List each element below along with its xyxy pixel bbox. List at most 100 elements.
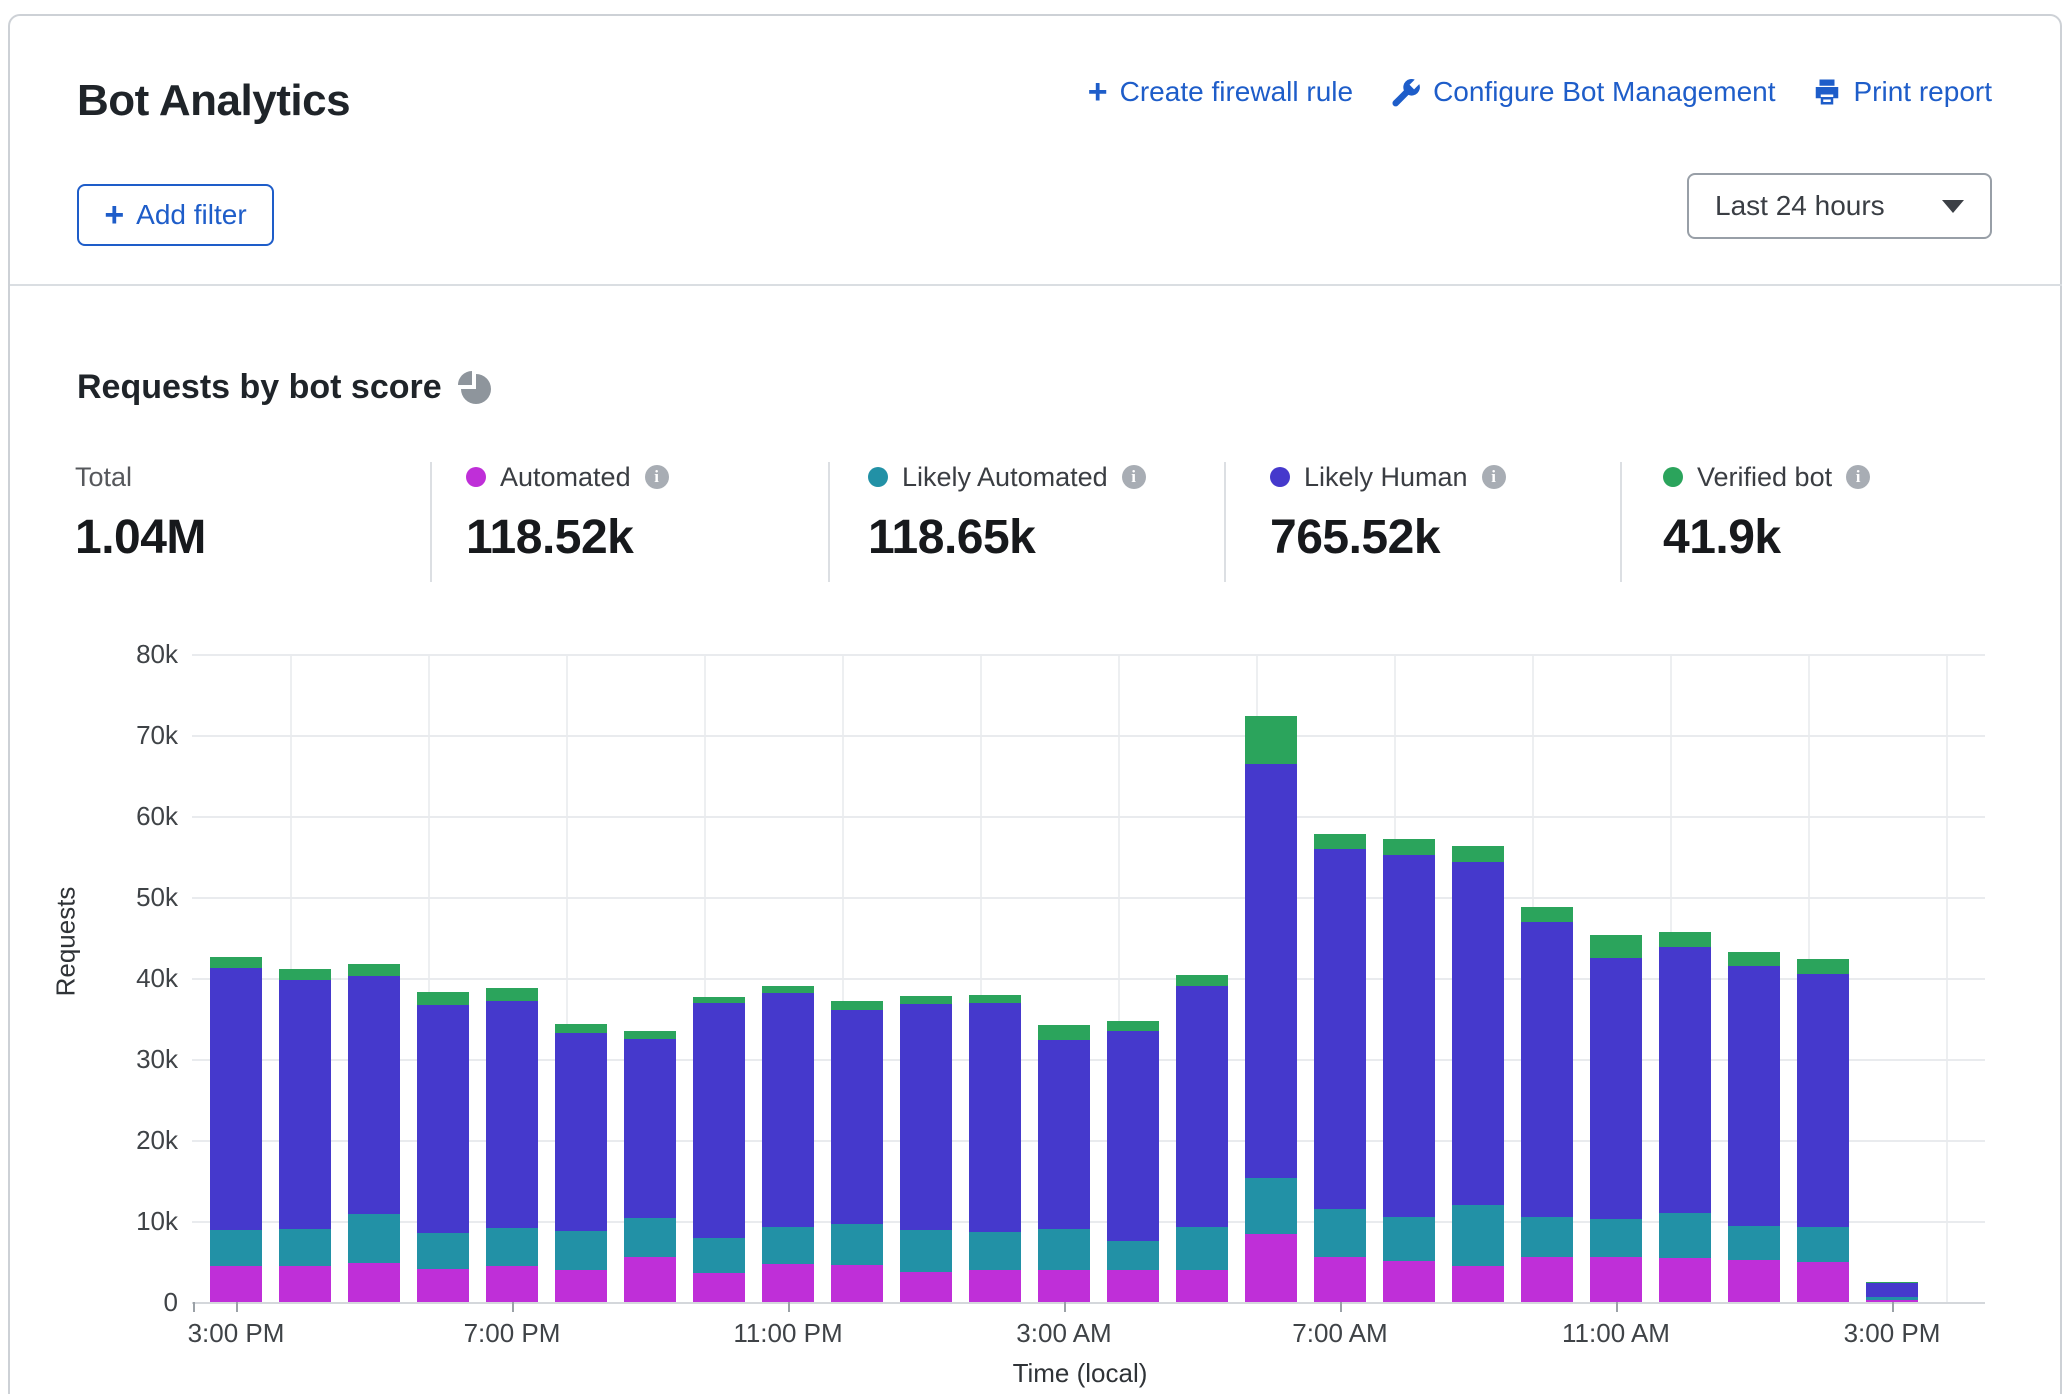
bar[interactable] xyxy=(417,992,469,1302)
info-icon[interactable]: i xyxy=(1482,465,1506,489)
bar-segment-likely_automated xyxy=(1176,1227,1228,1270)
horizontal-gridline xyxy=(192,816,1985,818)
bar-segment-verified_bot xyxy=(1176,975,1228,986)
axis-tick xyxy=(1616,1302,1618,1312)
info-icon[interactable]: i xyxy=(1846,465,1870,489)
bar-segment-likely_automated xyxy=(1383,1217,1435,1261)
axis-tick xyxy=(1340,1302,1342,1312)
info-icon[interactable]: i xyxy=(1122,465,1146,489)
stat-likely-automated: Likely Automated i 118.65k xyxy=(868,460,1146,565)
bar-segment-likely_human xyxy=(1797,974,1849,1227)
y-axis-tick-label: 50k xyxy=(108,882,178,913)
y-axis-tick-label: 70k xyxy=(108,720,178,751)
horizontal-gridline xyxy=(192,978,1985,980)
bar[interactable] xyxy=(555,1024,607,1302)
printer-icon xyxy=(1812,77,1842,107)
bar[interactable] xyxy=(762,986,814,1302)
bar[interactable] xyxy=(693,997,745,1302)
stat-divider xyxy=(1224,462,1226,582)
bar[interactable] xyxy=(1521,907,1573,1302)
bar-segment-verified_bot xyxy=(555,1024,607,1033)
bar-segment-likely_human xyxy=(1728,966,1780,1226)
bar[interactable] xyxy=(1797,959,1849,1302)
bar-segment-automated xyxy=(1452,1266,1504,1302)
bar-segment-verified_bot xyxy=(1383,839,1435,855)
create-firewall-rule-link[interactable]: + Create firewall rule xyxy=(1088,76,1353,108)
bar-segment-automated xyxy=(1038,1270,1090,1302)
bar-segment-likely_human xyxy=(348,976,400,1214)
likely-human-legend-dot xyxy=(1270,467,1290,487)
bar-segment-verified_bot xyxy=(1107,1021,1159,1031)
stat-verified-bot-label: Verified bot xyxy=(1697,462,1832,493)
bar-segment-likely_automated xyxy=(1314,1209,1366,1257)
chevron-down-icon xyxy=(1942,200,1964,213)
bar[interactable] xyxy=(831,1001,883,1302)
bar-segment-verified_bot xyxy=(831,1001,883,1010)
axis-tick xyxy=(512,1302,514,1312)
axis-tick xyxy=(193,1302,195,1312)
bar-segment-verified_bot xyxy=(624,1031,676,1039)
bar[interactable] xyxy=(1038,1025,1090,1302)
horizontal-gridline xyxy=(192,897,1985,899)
bar[interactable] xyxy=(1314,834,1366,1302)
bar[interactable] xyxy=(1452,846,1504,1302)
y-axis-title: Requests xyxy=(51,832,82,1052)
bar-segment-automated xyxy=(1590,1257,1642,1302)
bar-segment-verified_bot xyxy=(1521,907,1573,922)
bar[interactable] xyxy=(1176,975,1228,1302)
bar-segment-likely_automated xyxy=(210,1230,262,1266)
bar[interactable] xyxy=(486,988,538,1302)
bar-segment-likely_automated xyxy=(1521,1217,1573,1257)
bar-segment-likely_automated xyxy=(1245,1178,1297,1234)
bar-segment-likely_automated xyxy=(1728,1226,1780,1260)
stat-total-label: Total xyxy=(75,462,132,493)
bar[interactable] xyxy=(210,957,262,1302)
bar-segment-verified_bot xyxy=(1590,935,1642,958)
bar-segment-likely_human xyxy=(1452,862,1504,1205)
bar[interactable] xyxy=(1866,1282,1918,1302)
bar[interactable] xyxy=(900,996,952,1302)
bar-segment-automated xyxy=(210,1266,262,1302)
section-header: Requests by bot score xyxy=(77,368,492,407)
bar[interactable] xyxy=(1728,952,1780,1302)
bar-segment-automated xyxy=(348,1263,400,1302)
stat-total-value: 1.04M xyxy=(75,510,206,565)
automated-legend-dot xyxy=(466,467,486,487)
bar[interactable] xyxy=(1659,932,1711,1302)
configure-bot-management-link[interactable]: Configure Bot Management xyxy=(1389,76,1775,108)
bar-segment-likely_automated xyxy=(417,1233,469,1269)
bar-segment-automated xyxy=(417,1269,469,1302)
bar[interactable] xyxy=(1107,1021,1159,1302)
bar-segment-likely_human xyxy=(1245,764,1297,1178)
time-range-dropdown[interactable]: Last 24 hours xyxy=(1687,173,1992,239)
horizontal-gridline xyxy=(192,654,1985,656)
bar[interactable] xyxy=(1383,839,1435,1302)
bar-segment-likely_automated xyxy=(1107,1241,1159,1270)
wrench-icon xyxy=(1389,76,1421,108)
bar[interactable] xyxy=(624,1031,676,1302)
print-report-link[interactable]: Print report xyxy=(1812,76,1993,108)
stat-total: Total 1.04M xyxy=(75,460,206,565)
x-axis-tick-label: 11:00 AM xyxy=(1526,1318,1706,1349)
bar[interactable] xyxy=(1590,935,1642,1302)
x-axis-title: Time (local) xyxy=(930,1358,1230,1389)
bar-segment-verified_bot xyxy=(1659,932,1711,947)
create-firewall-rule-label: Create firewall rule xyxy=(1120,76,1353,108)
bar[interactable] xyxy=(1245,716,1297,1302)
bar-segment-automated xyxy=(969,1270,1021,1302)
bar[interactable] xyxy=(279,969,331,1302)
stat-likely-automated-label: Likely Automated xyxy=(902,462,1108,493)
add-filter-button[interactable]: + Add filter xyxy=(77,184,274,246)
bar-segment-automated xyxy=(900,1272,952,1302)
bar-segment-verified_bot xyxy=(417,992,469,1005)
bar-segment-likely_automated xyxy=(1452,1205,1504,1266)
bar[interactable] xyxy=(348,964,400,1302)
bar-segment-likely_automated xyxy=(279,1229,331,1266)
stat-divider xyxy=(430,462,432,582)
info-icon[interactable]: i xyxy=(645,465,669,489)
bar[interactable] xyxy=(969,995,1021,1302)
bar-segment-automated xyxy=(624,1257,676,1302)
stat-automated: Automated i 118.52k xyxy=(466,460,669,565)
bar-segment-likely_human xyxy=(1107,1031,1159,1241)
bar-segment-verified_bot xyxy=(1728,952,1780,966)
